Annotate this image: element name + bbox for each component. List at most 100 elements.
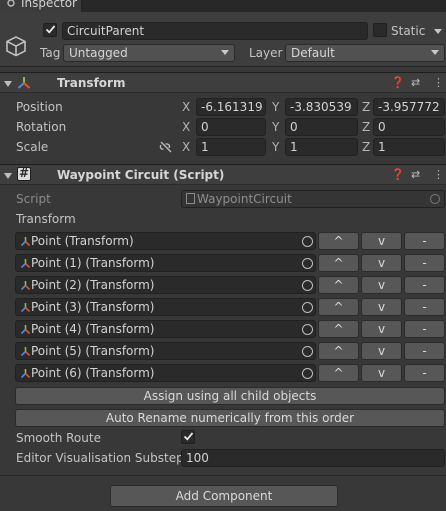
script-field: WaypointCircuit — [181, 190, 445, 208]
presets-icon[interactable]: ⇄ — [411, 77, 420, 89]
layer-label: Layer — [249, 46, 283, 60]
move-down-button[interactable]: v — [361, 298, 402, 316]
transform-list-label: Transform — [16, 212, 76, 226]
object-picker-icon[interactable] — [302, 346, 313, 357]
waypoint-field[interactable]: Point (3) (Transform) — [15, 298, 316, 316]
move-down-button[interactable]: v — [361, 232, 402, 250]
waypoint-field[interactable]: Point (5) (Transform) — [15, 342, 316, 360]
waypoint-field[interactable]: Point (Transform) — [15, 232, 316, 250]
position-z-field[interactable]: -3.957772 — [373, 98, 445, 116]
tag-dropdown[interactable]: Untagged — [63, 44, 235, 62]
object-picker-icon[interactable] — [302, 302, 313, 313]
chevron-down-icon — [221, 50, 229, 55]
kebab-menu-icon[interactable]: ⋮ — [433, 169, 444, 181]
transform-body: Position X -6.161319 Y -3.830539 Z -3.95… — [0, 97, 446, 157]
object-picker-icon[interactable] — [302, 258, 313, 269]
scale-z-field[interactable]: 1 — [373, 138, 445, 156]
move-down-button[interactable]: v — [361, 342, 402, 360]
waypoint-row: Point (2) (Transform) ^ v - — [0, 276, 446, 296]
move-up-button[interactable]: ^ — [318, 276, 359, 294]
object-picker-icon[interactable] — [302, 280, 313, 291]
substeps-input[interactable]: 100 — [181, 449, 445, 467]
remove-button[interactable]: - — [404, 254, 445, 272]
waypoint-label: Point (6) (Transform) — [31, 366, 155, 380]
smooth-route-label: Smooth Route — [16, 431, 101, 445]
script-hash-icon: # — [19, 166, 30, 180]
transform-icon — [20, 325, 31, 335]
waypoint-label: Point (5) (Transform) — [31, 344, 155, 358]
checkmark-icon — [183, 432, 194, 441]
tab-label: Inspector — [21, 0, 77, 10]
object-picker-icon[interactable] — [302, 236, 313, 247]
help-icon[interactable]: ❓ — [391, 169, 405, 181]
static-checkbox[interactable] — [373, 23, 387, 37]
waypoint-label: Point (4) (Transform) — [31, 322, 155, 336]
tag-value: Untagged — [69, 46, 128, 60]
waypoint-circuit-header[interactable]: # Waypoint Circuit (Script) ❓ ⇄ ⋮ — [0, 164, 446, 185]
foldout-arrow-icon[interactable] — [4, 173, 12, 179]
move-down-button[interactable]: v — [361, 364, 402, 382]
position-x-field[interactable]: -6.161319 — [196, 98, 266, 116]
rotation-x-field[interactable]: 0 — [196, 118, 266, 136]
waypoint-circuit-title: Waypoint Circuit (Script) — [57, 168, 225, 182]
move-up-button[interactable]: ^ — [318, 364, 359, 382]
transform-title: Transform — [57, 76, 126, 90]
transform-icon — [17, 77, 31, 89]
object-picker-icon[interactable] — [302, 368, 313, 379]
waypoint-label: Point (Transform) — [31, 234, 134, 248]
divider — [0, 475, 446, 476]
move-down-button[interactable]: v — [361, 254, 402, 272]
waypoint-field[interactable]: Point (4) (Transform) — [15, 320, 316, 338]
script-enabled-checkbox[interactable]: # — [17, 166, 31, 181]
assign-children-button[interactable]: Assign using all child objects — [15, 387, 445, 405]
move-down-button[interactable]: v — [361, 276, 402, 294]
axis-y-label: Y — [272, 100, 280, 114]
transform-header[interactable]: Transform ❓ ⇄ ⋮ — [0, 72, 446, 93]
smooth-route-checkbox[interactable] — [181, 430, 195, 444]
remove-button[interactable]: - — [404, 232, 445, 250]
active-checkbox[interactable] — [43, 23, 57, 37]
scale-y-field[interactable]: 1 — [285, 138, 358, 156]
auto-rename-button[interactable]: Auto Rename numerically from this order — [15, 409, 445, 427]
object-picker-icon[interactable] — [302, 324, 313, 335]
move-down-button[interactable]: v — [361, 320, 402, 338]
position-y-field[interactable]: -3.830539 — [285, 98, 358, 116]
scale-x-field[interactable]: 1 — [196, 138, 266, 156]
waypoint-field[interactable]: Point (1) (Transform) — [15, 254, 316, 272]
axis-z-label: Z — [362, 140, 371, 154]
transform-icon — [20, 303, 31, 313]
rotation-y-field[interactable]: 0 — [285, 118, 358, 136]
move-up-button[interactable]: ^ — [318, 298, 359, 316]
help-icon[interactable]: ❓ — [391, 77, 405, 89]
tab-inspector[interactable]: Inspector — [0, 0, 82, 12]
remove-button[interactable]: - — [404, 298, 445, 316]
remove-button[interactable]: - — [404, 364, 445, 382]
remove-button[interactable]: - — [404, 342, 445, 360]
remove-button[interactable]: - — [404, 320, 445, 338]
static-dropdown-arrow-icon[interactable] — [434, 29, 442, 34]
transform-icon — [20, 369, 31, 379]
foldout-arrow-icon[interactable] — [4, 81, 12, 87]
axis-x-label: X — [182, 140, 191, 154]
waypoint-row: Point (4) (Transform) ^ v - — [0, 320, 446, 340]
transform-icon — [20, 281, 31, 291]
rotation-z-field[interactable]: 0 — [373, 118, 445, 136]
waypoint-row: Point (6) (Transform) ^ v - — [0, 364, 446, 384]
waypoint-row: Point (3) (Transform) ^ v - — [0, 298, 446, 318]
waypoint-field[interactable]: Point (6) (Transform) — [15, 364, 316, 382]
layer-dropdown[interactable]: Default — [285, 44, 445, 62]
move-up-button[interactable]: ^ — [318, 232, 359, 250]
link-broken-icon[interactable] — [159, 141, 173, 153]
move-up-button[interactable]: ^ — [318, 320, 359, 338]
waypoint-list: Point (Transform) ^ v - Point (1) (Trans… — [0, 232, 446, 386]
presets-icon[interactable]: ⇄ — [411, 169, 420, 181]
add-component-button[interactable]: Add Component — [110, 485, 338, 507]
remove-button[interactable]: - — [404, 276, 445, 294]
waypoint-field[interactable]: Point (2) (Transform) — [15, 276, 316, 294]
kebab-menu-icon[interactable]: ⋮ — [433, 77, 444, 89]
gameobject-cube-icon — [6, 36, 26, 57]
object-name-input[interactable]: CircuitParent — [62, 22, 368, 40]
move-up-button[interactable]: ^ — [318, 254, 359, 272]
axis-y-label: Y — [272, 140, 280, 154]
move-up-button[interactable]: ^ — [318, 342, 359, 360]
